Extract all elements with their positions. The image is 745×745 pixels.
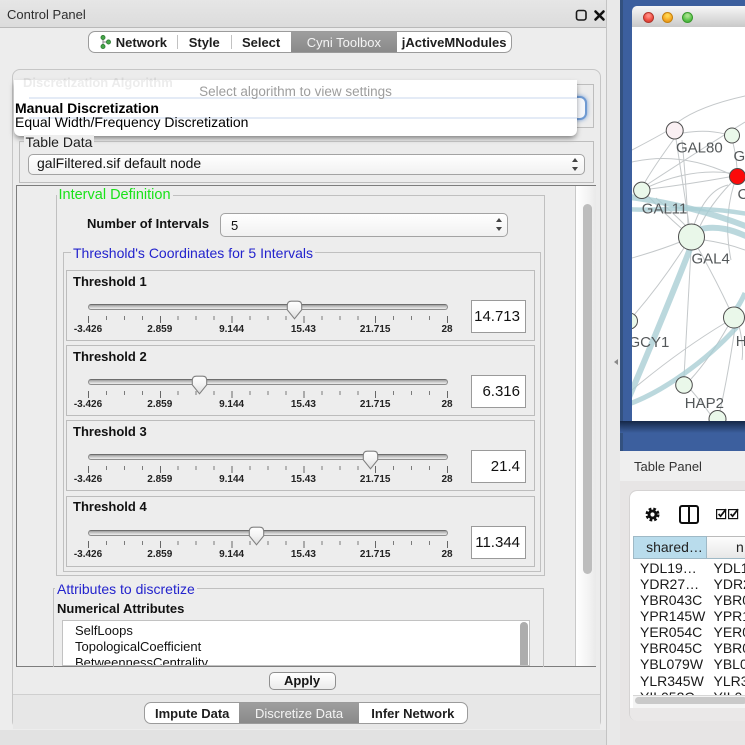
svg-text:HI: HI xyxy=(736,333,745,350)
svg-text:GCY1: GCY1 xyxy=(632,334,669,351)
svg-text:CD: CD xyxy=(738,186,745,203)
svg-text:GAL11: GAL11 xyxy=(642,201,688,218)
svg-text:GAL4: GAL4 xyxy=(692,251,730,268)
svg-text:GAL80: GAL80 xyxy=(676,140,723,157)
svg-text:GAL: GAL xyxy=(734,148,745,165)
svg-text:HAP2: HAP2 xyxy=(685,395,724,412)
